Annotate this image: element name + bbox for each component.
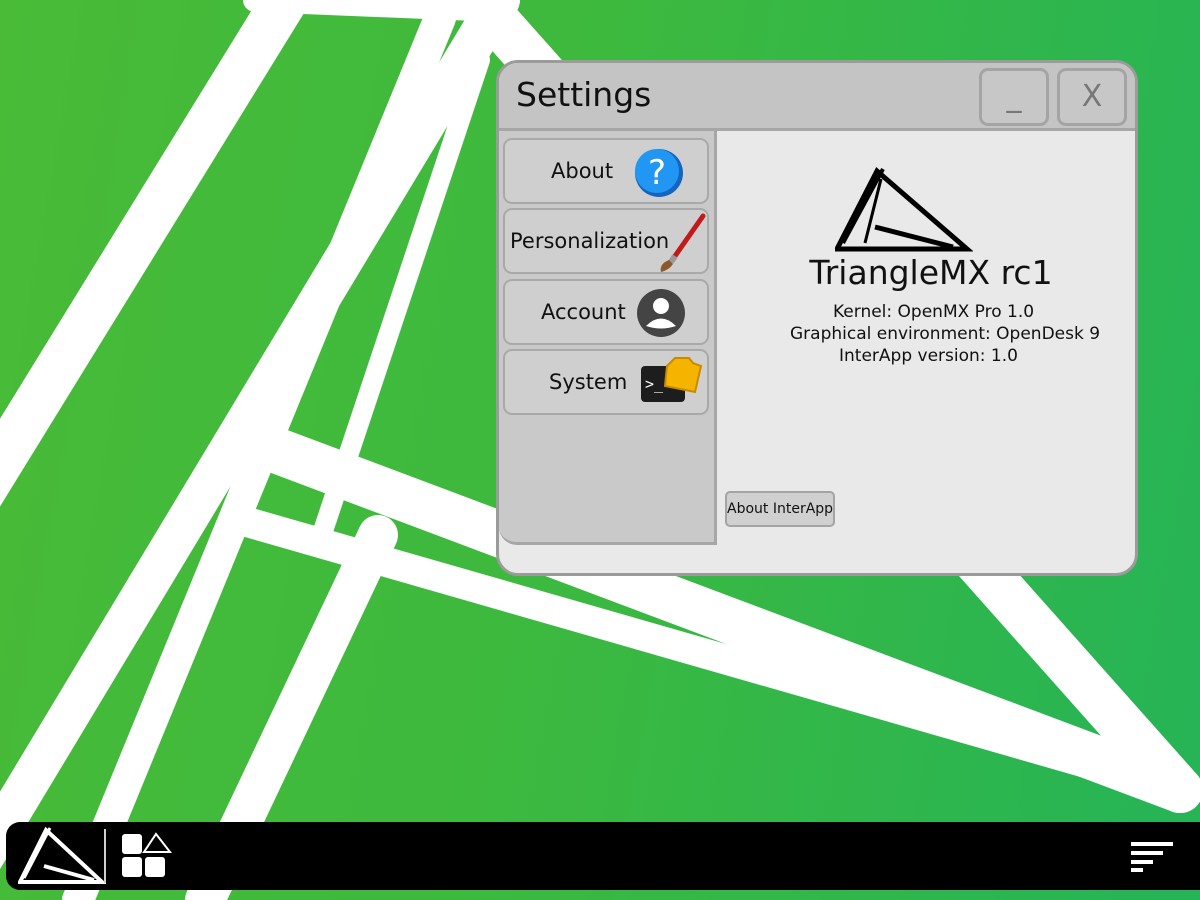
- window-title: Settings: [516, 75, 652, 114]
- interapp-version-info: InterApp version: 1.0: [839, 346, 1018, 366]
- sidebar-item-label: About: [551, 159, 614, 183]
- paintbrush-icon: [660, 213, 706, 272]
- minimize-button[interactable]: _: [979, 68, 1049, 126]
- user-avatar-icon: [637, 289, 685, 337]
- app-grid-icon[interactable]: [122, 832, 178, 880]
- sidebar-item-label: System: [549, 370, 628, 394]
- sidebar-item-label: Account: [541, 300, 626, 324]
- sidebar-item-personalization[interactable]: Personalization: [503, 208, 709, 274]
- sidebar-item-about[interactable]: About ?: [503, 138, 709, 204]
- taskbar-divider: [104, 829, 106, 883]
- trianglemx-logo: [835, 167, 973, 252]
- sidebar-item-system[interactable]: System >_: [503, 349, 709, 415]
- svg-text:>_: >_: [645, 375, 664, 393]
- question-icon: ?: [635, 149, 683, 197]
- settings-window: Settings _ X About ? Personalization Acc…: [496, 60, 1138, 576]
- terminal-folder-icon: >_: [641, 357, 703, 402]
- menu-lines-icon[interactable]: [1131, 840, 1175, 872]
- title-bar[interactable]: Settings _ X: [499, 63, 1135, 131]
- settings-sidebar: About ? Personalization Account System >…: [499, 131, 717, 545]
- svg-text:?: ?: [648, 153, 666, 193]
- sidebar-item-label: Personalization: [510, 229, 670, 253]
- taskbar: [6, 822, 1200, 890]
- sidebar-item-account[interactable]: Account: [503, 279, 709, 345]
- graphical-environment-info: Graphical environment: OpenDesk 9: [790, 324, 1101, 344]
- about-interapp-button[interactable]: About InterApp: [725, 491, 835, 527]
- close-button[interactable]: X: [1057, 68, 1127, 126]
- kernel-info: Kernel: OpenMX Pro 1.0: [833, 302, 1035, 322]
- trianglemx-logo[interactable]: [18, 826, 106, 886]
- os-name: TriangleMX rc1: [809, 253, 1053, 292]
